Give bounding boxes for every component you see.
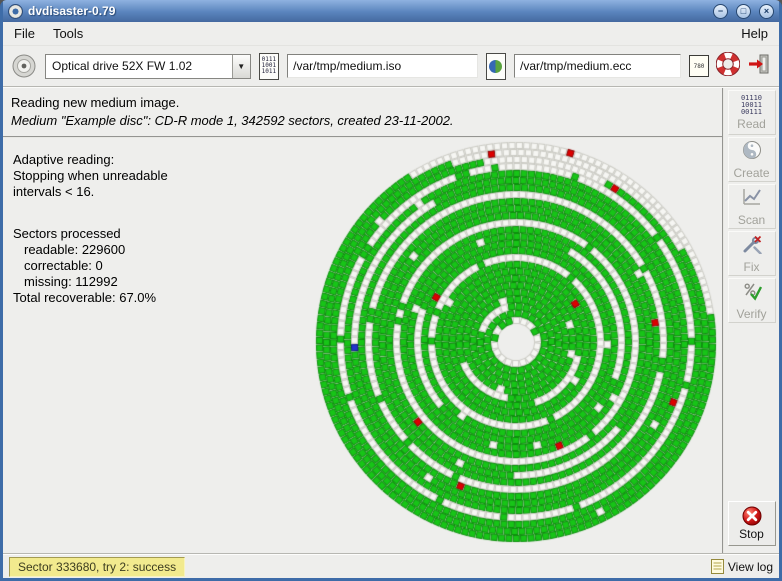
disc-sector-map	[311, 137, 721, 547]
drive-select-value: Optical drive 52X FW 1.02	[46, 55, 232, 78]
app-window: dvdisaster-0.79 − □ × File Tools Help Op…	[0, 0, 782, 581]
sectors-missing: missing: 112992	[13, 274, 293, 290]
menu-help[interactable]: Help	[732, 23, 777, 44]
sectors-processed-title: Sectors processed	[13, 226, 293, 242]
verify-button-label: Verify	[736, 307, 766, 321]
reading-info-panel: Adaptive reading: Stopping when unreadab…	[13, 152, 293, 306]
create-button[interactable]: Create	[728, 137, 776, 182]
adaptive-reading-title: Adaptive reading:	[13, 152, 293, 168]
window-body: File Tools Help Optical drive 52X FW 1.0…	[3, 22, 779, 578]
stop-icon	[742, 506, 762, 526]
sectors-readable: readable: 229600	[13, 242, 293, 258]
fix-button-label: Fix	[744, 260, 760, 274]
read-button[interactable]: 01110 10011 00111 Read	[728, 90, 776, 135]
toolbar-right-icons: 780	[689, 52, 771, 81]
status-line-primary: Reading new medium image.	[11, 95, 714, 110]
verify-check-icon	[742, 281, 762, 306]
create-button-label: Create	[733, 166, 769, 180]
stop-button-label: Stop	[739, 527, 764, 541]
stopping-condition-line2: intervals < 16.	[13, 184, 293, 200]
fix-tools-icon	[742, 234, 762, 259]
view-log-label: View log	[728, 560, 773, 574]
statusbar: Sector 333680, try 2: success View log	[3, 554, 779, 578]
app-icon	[8, 4, 23, 19]
ecc-path-input[interactable]	[514, 54, 681, 78]
close-button[interactable]: ×	[759, 4, 774, 19]
verify-button[interactable]: Verify	[728, 278, 776, 323]
chevron-down-icon[interactable]: ▼	[232, 55, 250, 78]
help-lifebelt-icon[interactable]	[716, 52, 740, 81]
menu-tools[interactable]: Tools	[44, 23, 92, 44]
log-icon-text: 780	[694, 63, 705, 70]
status-heading: Reading new medium image. Medium "Exampl…	[3, 88, 722, 138]
status-line-medium-info: Medium "Example disc": CD-R mode 1, 3425…	[11, 113, 714, 128]
log-icon[interactable]: 780	[689, 55, 709, 77]
titlebar[interactable]: dvdisaster-0.79 − □ ×	[3, 0, 779, 22]
create-yinyang-icon	[742, 140, 762, 165]
content-row: Reading new medium image. Medium "Exampl…	[3, 88, 779, 554]
quit-icon[interactable]	[747, 52, 771, 81]
read-binary-icon: 01110 10011 00111	[741, 95, 762, 116]
iso-path-input[interactable]	[287, 54, 477, 78]
view-log-button[interactable]: View log	[711, 559, 773, 574]
toolbar: Optical drive 52X FW 1.02 ▼ 0111 1001 10…	[3, 46, 779, 86]
main-area: Reading new medium image. Medium "Exampl…	[3, 88, 722, 554]
status-message: Sector 333680, try 2: success	[9, 557, 185, 577]
image-file-icon-text: 1011	[262, 69, 276, 75]
window-title: dvdisaster-0.79	[28, 4, 705, 18]
drive-select[interactable]: Optical drive 52X FW 1.02 ▼	[45, 54, 251, 79]
stopping-condition-line1: Stopping when unreadable	[13, 168, 293, 184]
stop-button[interactable]: Stop	[728, 501, 776, 546]
sectors-correctable: correctable: 0	[13, 258, 293, 274]
fix-button[interactable]: Fix	[728, 231, 776, 276]
menu-file[interactable]: File	[5, 23, 44, 44]
maximize-button[interactable]: □	[736, 4, 751, 19]
ecc-file-icon	[486, 53, 506, 80]
scan-button-label: Scan	[738, 213, 765, 227]
action-rail: 01110 10011 00111 Read	[722, 88, 779, 554]
read-button-label: Read	[737, 117, 766, 131]
drive-icon[interactable]	[11, 53, 37, 79]
scan-curve-icon	[742, 187, 762, 212]
menubar: File Tools Help	[3, 22, 779, 46]
minimize-button[interactable]: −	[713, 4, 728, 19]
image-file-icon: 0111 1001 1011	[259, 53, 279, 80]
view-log-icon	[711, 559, 724, 574]
total-recoverable: Total recoverable: 67.0%	[13, 290, 293, 306]
scan-button[interactable]: Scan	[728, 184, 776, 229]
disc-visualization	[311, 137, 721, 547]
